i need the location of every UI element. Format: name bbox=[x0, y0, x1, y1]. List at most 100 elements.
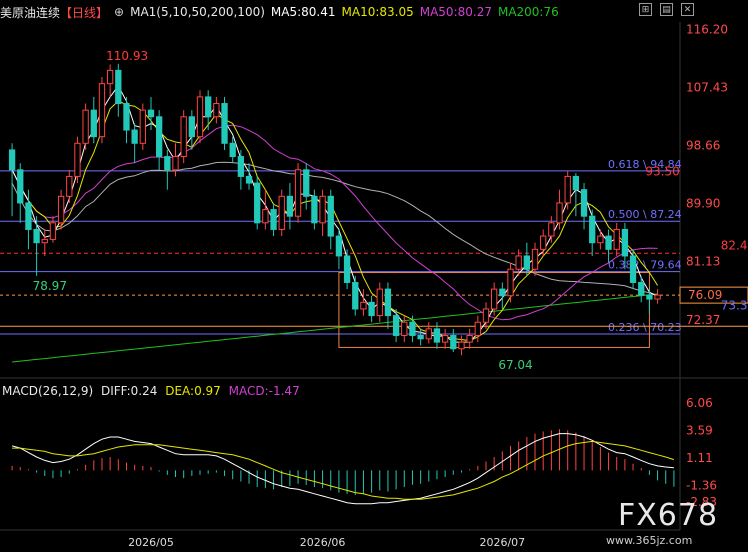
candle-body bbox=[286, 195, 294, 217]
candle-body bbox=[237, 156, 245, 177]
candle-body bbox=[327, 195, 334, 237]
candle-body bbox=[352, 281, 359, 310]
candle-body bbox=[580, 189, 588, 217]
candle-body bbox=[466, 334, 473, 343]
y-tick-label: 116.20 bbox=[686, 22, 728, 36]
candle-body bbox=[523, 255, 530, 270]
ma10-value: MA10:83.05 bbox=[341, 5, 414, 19]
candle-body bbox=[335, 235, 343, 257]
candle-body bbox=[139, 109, 146, 144]
candle-body bbox=[25, 202, 32, 230]
candle-body bbox=[556, 202, 563, 224]
candle-body bbox=[221, 103, 228, 144]
fib-label: 0.236 \ 70.23 bbox=[608, 321, 682, 334]
macd-params: MACD(26,12,9) bbox=[2, 384, 94, 398]
ma5-value: MA5:80.41 bbox=[270, 5, 336, 19]
watermark-logo: FX678 bbox=[618, 498, 719, 533]
candle-body bbox=[515, 255, 522, 270]
candle-body bbox=[74, 142, 81, 177]
ma100-line bbox=[11, 161, 658, 296]
settings-icon[interactable]: ⊕ bbox=[114, 5, 124, 19]
candle-body bbox=[360, 301, 367, 310]
candle-body bbox=[384, 288, 392, 317]
candle-body bbox=[17, 169, 24, 204]
candle-body bbox=[270, 209, 277, 230]
candle-body bbox=[205, 96, 212, 118]
candle-body bbox=[629, 255, 637, 283]
candle-body bbox=[531, 248, 539, 270]
x-tick-label: 2026/05 bbox=[128, 536, 174, 549]
candle-body bbox=[8, 149, 16, 171]
candle-body bbox=[621, 228, 629, 257]
close-icon[interactable]: ✕ bbox=[681, 3, 694, 16]
x-tick-label: 2026/07 bbox=[479, 536, 525, 549]
expand-icon[interactable]: ⊞ bbox=[639, 3, 652, 16]
candle-body bbox=[106, 69, 114, 85]
candle-body bbox=[90, 109, 97, 138]
candle-body bbox=[229, 142, 236, 158]
x-tick-label: 2026/06 bbox=[300, 536, 346, 549]
current-price-label: 76.09 bbox=[688, 288, 722, 302]
candle-body bbox=[245, 175, 253, 184]
candle-body bbox=[572, 175, 580, 191]
candle-body bbox=[401, 321, 408, 336]
price-annotation: 110.93 bbox=[106, 49, 148, 63]
candle-body bbox=[33, 228, 40, 244]
candle-body bbox=[319, 195, 326, 224]
y-tick-label: 89.90 bbox=[686, 197, 720, 211]
fib-label: 0.500 \ 87.24 bbox=[608, 208, 682, 221]
candle-body bbox=[392, 315, 400, 336]
macd-tick-label: 3.59 bbox=[686, 423, 713, 437]
price-annotation: 78.97 bbox=[33, 279, 67, 293]
y-tick-label: 81.13 bbox=[686, 255, 720, 269]
chart-icon[interactable]: ▤ bbox=[660, 3, 673, 16]
candle-body bbox=[474, 321, 481, 336]
chart-header: 美原油连续 【日线】 ⊕ MA1(5,10,50,200,100) MA5:80… bbox=[0, 2, 565, 22]
candle-body bbox=[540, 235, 547, 250]
price-annotation: 67.04 bbox=[498, 358, 532, 372]
y-tick-label: 98.66 bbox=[686, 139, 720, 153]
ma-params: MA1(5,10,50,200,100) bbox=[130, 5, 265, 19]
price-annotation: 82.40 bbox=[721, 238, 748, 252]
ma200-value: MA200:76 bbox=[497, 5, 559, 19]
candle-body bbox=[156, 116, 163, 158]
candle-body bbox=[654, 294, 661, 300]
candle-body bbox=[597, 235, 604, 244]
candle-body bbox=[172, 156, 179, 171]
macd-tick-label: 1.11 bbox=[686, 451, 713, 465]
candle-body bbox=[613, 228, 620, 250]
candle-body bbox=[646, 294, 653, 300]
candle-body bbox=[450, 334, 457, 350]
candle-body bbox=[278, 195, 285, 230]
candle-body bbox=[417, 334, 424, 340]
price-chart[interactable]: 116.20107.4398.6689.9081.1372.370.618 \ … bbox=[0, 0, 748, 552]
candle-body bbox=[180, 116, 187, 158]
macd-diff: DIFF:0.24 bbox=[100, 384, 158, 398]
candle-body bbox=[123, 103, 130, 131]
instrument-title[interactable]: 美原油连续 bbox=[0, 4, 60, 21]
candle-body bbox=[82, 109, 89, 144]
candle-body bbox=[441, 334, 449, 343]
y-tick-label: 107.43 bbox=[686, 80, 728, 94]
candle-body bbox=[303, 169, 310, 197]
macd-tick-label: -1.36 bbox=[686, 479, 717, 493]
period-selector[interactable]: 【日线】 bbox=[60, 4, 108, 21]
candle-body bbox=[41, 238, 48, 244]
candle-body bbox=[311, 195, 318, 224]
candle-body bbox=[188, 116, 195, 138]
candle-body bbox=[98, 83, 106, 138]
candle-body bbox=[131, 129, 138, 144]
candle-body bbox=[294, 169, 302, 217]
candle-body bbox=[491, 288, 498, 310]
candle-body bbox=[482, 308, 490, 323]
ma50-value: MA50:80.27 bbox=[419, 5, 492, 19]
candle-body bbox=[49, 222, 57, 240]
candle-body bbox=[507, 268, 514, 297]
candle-body bbox=[564, 175, 571, 204]
candle-body bbox=[66, 175, 73, 197]
candle-body bbox=[605, 235, 612, 250]
candle-body bbox=[147, 109, 155, 118]
candle-body bbox=[368, 301, 375, 317]
candle-body bbox=[196, 96, 204, 138]
candle-body bbox=[164, 156, 171, 171]
